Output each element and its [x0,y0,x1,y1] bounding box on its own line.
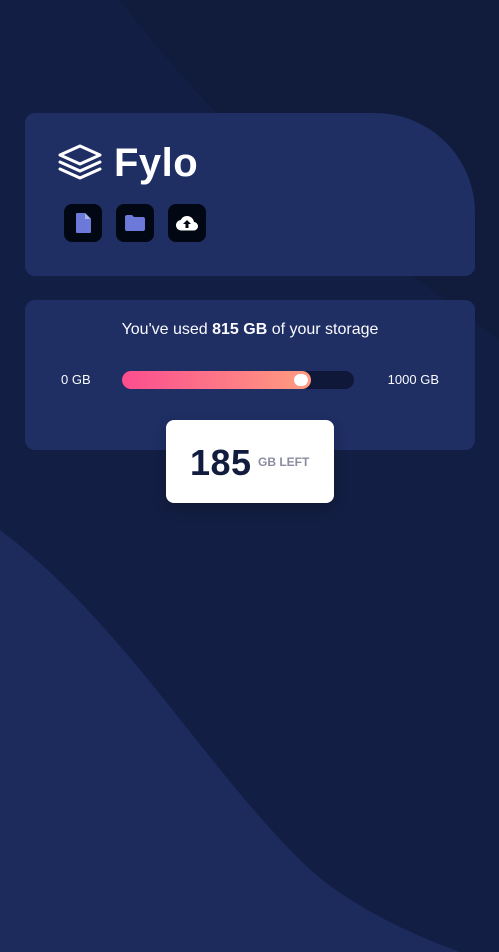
upload-button[interactable] [168,204,206,242]
remaining-unit: GB LEFT [258,455,310,469]
layers-icon [58,144,102,180]
document-icon [76,213,91,233]
upload-icon [176,216,198,231]
usage-suffix: of your storage [267,321,379,338]
document-button[interactable] [64,204,102,242]
remaining-value: 185 [190,442,252,483]
progress-knob [294,374,309,386]
used-amount: 815 GB [212,321,268,338]
usage-text: You've used 815 GB of your storage [25,320,475,340]
logo: Fylo [56,141,198,185]
min-label: 0 GB [61,372,91,387]
toolbar [64,204,220,242]
folder-icon [125,215,145,231]
usage-prefix: You've used [121,321,213,338]
progress-fill [122,371,312,389]
logo-card: Fylo [25,113,475,276]
max-label: 1000 GB [387,372,439,387]
storage-progress-bar [122,371,354,389]
folder-button[interactable] [116,204,154,242]
remaining-card: 185 GB LEFT [166,420,334,503]
app-name: Fylo [114,141,199,185]
